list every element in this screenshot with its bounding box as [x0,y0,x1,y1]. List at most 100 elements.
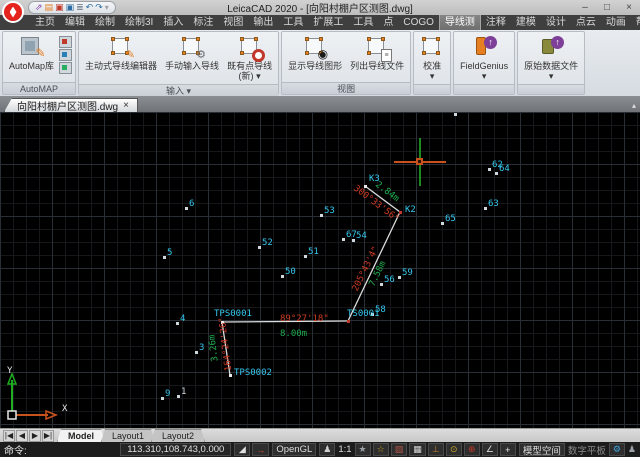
ribbon-collapse-icon[interactable]: ▴ [632,101,636,110]
drawing-canvas[interactable]: 6162646365536552515067545956584391K3K2TS… [0,112,640,428]
existing-points-traverse-button[interactable]: 既有点导线 (新) ▾ [224,34,275,82]
ribbon-group-input: ✎ 主动式导线编辑器 ⚙ 手动输入导线 既有点导线 [78,31,279,95]
point-label-50: 50 [285,267,296,277]
eye-icon: ◉ [303,35,327,59]
annotation-autoscale-icon[interactable]: ☆ [373,443,389,456]
point-marker [320,214,323,217]
fieldgenius-phone-icon: ↑ [472,35,496,59]
point-label-9: 9 [165,389,170,399]
menu-tab-建模[interactable]: 建模 [511,15,541,30]
menu-tab-工具[interactable]: 工具 [278,15,308,30]
menu-tab-扩展工[interactable]: 扩展工 [308,15,348,30]
document-tab-bar: 向阳村棚户区测图.dwg × ▴ [0,96,640,112]
layout-tab-Layout1[interactable]: Layout1 [101,429,155,442]
automap-codes-icon[interactable] [59,49,72,61]
command-line[interactable]: 命令: [4,442,117,457]
user-profile-icon[interactable]: ♟ [628,444,636,455]
automap-layer-icon[interactable] [59,36,72,48]
menu-tab-主页[interactable]: 主页 [30,15,60,30]
minimize-button[interactable]: – [574,1,596,15]
menu-tab-编辑[interactable]: 编辑 [60,15,90,30]
layout-nav-button-2[interactable]: ▶ [29,430,41,442]
application-window: ⇗▤▣▣≣↶↷▾ LeicaCAD 2020 - [向阳村棚户区测图.dwg] … [0,0,640,457]
status-bar: 命令: 113.310,108.743,0.000 ◢→ OpenGL ♟ 1:… [0,442,640,457]
layout-tab-Model[interactable]: Model [57,429,105,442]
menu-tab-标注[interactable]: 标注 [188,15,218,30]
input-group-label: 输入 ▾ [79,84,278,96]
menu-tab-绘制3I[interactable]: 绘制3I [120,15,158,30]
document-close-icon[interactable]: × [123,100,129,111]
digitizer-tablet-button[interactable]: 数字平板 [568,443,606,457]
trace-arrow-icon[interactable]: → [252,443,269,456]
maximize-button[interactable]: □ [596,1,618,15]
automap-symbols-icon[interactable] [59,62,72,74]
calibrate-button[interactable]: 校准 ▾ [417,34,447,82]
menu-tab-COGO[interactable]: COGO [398,16,439,30]
opengl-button[interactable]: OpenGL [272,443,316,456]
document-icon: ≡ [365,35,389,59]
grid-toggle-icon[interactable]: ▦ [409,443,426,456]
layout-tab-Layout2[interactable]: Layout2 [151,429,205,442]
layout-nav-button-1[interactable]: ◀ [16,430,28,442]
raw-data-file-button[interactable]: ↑ 原始数据文件 ▾ [521,34,581,82]
point-marker [176,322,179,325]
layout-nav-button-0[interactable]: |◀ [3,430,15,442]
menu-tab-设计[interactable]: 设计 [541,15,571,30]
point-label-63: 63 [488,199,499,209]
close-button[interactable]: × [618,1,640,15]
annotation-visibility-icon[interactable]: ★ [355,443,371,456]
active-traverse-editor-button[interactable]: ✎ 主动式导线编辑器 [82,34,160,82]
menu-tab-动画[interactable]: 动画 [601,15,631,30]
station-marker [399,211,402,214]
point-label-53: 53 [324,206,335,216]
model-paper-toggle-icon[interactable]: ◢ [234,443,250,456]
object-snap-icon[interactable]: ⊕ [464,443,480,456]
point-label-64: 64 [499,164,510,174]
menu-tab-视图[interactable]: 视图 [218,15,248,30]
ucs-icon: Y X [4,370,74,422]
manual-input-traverse-button[interactable]: ⚙ 手动输入导线 [162,34,222,82]
layout-nav-buttons: |◀◀▶▶| [0,430,57,442]
ortho-toggle-icon[interactable]: ⊥ [428,443,444,456]
view-group-label: 视图 [282,82,410,94]
scale-indicator[interactable]: 1:1 [338,444,351,455]
app-logo-icon[interactable] [2,1,24,23]
total-station-icon: ↑ [539,35,563,59]
menu-tab-绘制[interactable]: 绘制 [90,15,120,30]
polar-tracking-icon[interactable]: ⊙ [446,443,462,456]
point-marker [488,168,491,171]
point-marker [163,256,166,259]
menu-tab-工具[interactable]: 工具 [348,15,378,30]
point-marker [352,239,355,242]
automap-icon: ✎ [20,35,44,59]
fieldgenius-button[interactable]: ↑ FieldGenius ▾ [457,34,511,82]
crosshair-toggle-icon[interactable]: + [500,443,516,456]
gear-icon[interactable]: ⚙ [609,443,625,456]
point-marker [495,172,498,175]
traverse-editor-icon: ✎ [109,35,133,59]
menu-tab-点[interactable]: 点 [378,15,398,30]
point-label-5: 5 [167,248,172,258]
angle-snap-icon[interactable]: ∠ [482,443,498,456]
traverse-lines [0,112,640,428]
point-label-52: 52 [262,238,273,248]
point-marker [195,351,198,354]
layout-nav-button-3[interactable]: ▶| [42,430,54,442]
station-marker [229,374,232,377]
isolate-objects-icon[interactable]: ▨ [391,443,408,456]
menu-tab-插入[interactable]: 插入 [158,15,188,30]
automap-library-button[interactable]: ✎ AutoMap库 [6,34,57,80]
menu-tab-点云[interactable]: 点云 [571,15,601,30]
model-space-button[interactable]: 模型空间 [519,443,565,456]
menu-tab-导线测[interactable]: 导线测 [439,15,481,30]
document-tab[interactable]: 向阳村棚户区测图.dwg × [4,98,138,112]
menu-tab-输出[interactable]: 输出 [248,15,278,30]
list-traverse-file-button[interactable]: ≡ 列出导线文件 [347,34,407,80]
show-traverse-graphics-button[interactable]: ◉ 显示导线图形 [285,34,345,80]
coordinates-readout[interactable]: 113.310,108.743,0.000 [120,443,231,456]
point-label-4: 4 [180,314,185,324]
menu-tab-注释[interactable]: 注释 [481,15,511,30]
user-icon[interactable]: ♟ [319,443,335,456]
menu-tab-帮助[interactable]: 帮助 [631,15,640,30]
station-label-TPS0002: TPS0002 [234,368,272,378]
